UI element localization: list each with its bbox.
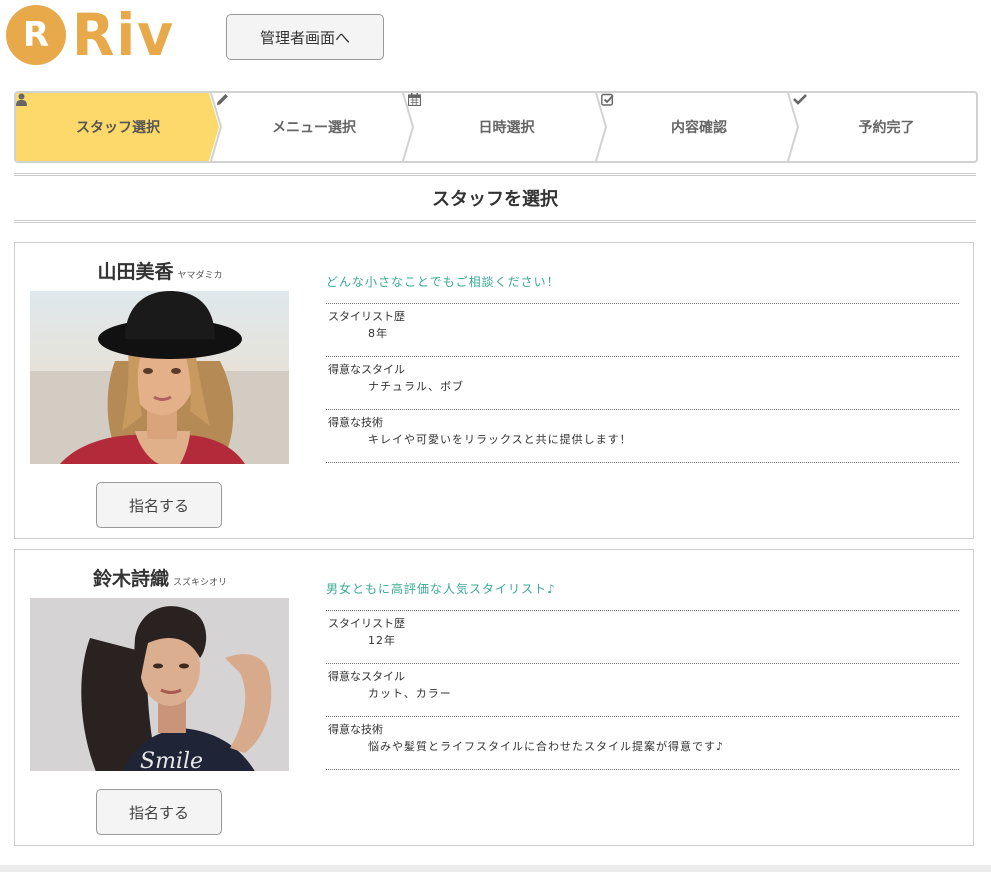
step-confirm[interactable]: 内容確認 xyxy=(601,93,793,161)
shirt-text: Smile xyxy=(140,749,203,771)
info-label: 得意なスタイル xyxy=(328,363,405,376)
info-value: キレイや可愛いをリラックスと共に提供します！ xyxy=(368,433,632,446)
info-value: 12年 xyxy=(368,634,396,647)
info-row-skill: 得意な技術 悩みや髪質とライフスタイルに合わせたスタイル提案が得意です♪ xyxy=(326,717,959,770)
staff-card: 山田美香 ヤマダミカ 指名する どんな小さなことでもご相談ください！ スタイリス… xyxy=(14,242,974,539)
info-value: カット、カラー xyxy=(368,687,452,700)
staff-info: どんな小さなことでもご相談ください！ スタイリスト歴 8年 得意なスタイル ナチ… xyxy=(326,271,959,463)
nominate-button[interactable]: 指名する xyxy=(96,482,222,528)
staff-name-row: 鈴木詩織 スズキシオリ xyxy=(15,564,305,591)
section-title: スタッフを選択 xyxy=(14,173,976,223)
info-label: 得意な技術 xyxy=(328,416,383,429)
page-footer-strip xyxy=(0,865,991,872)
info-value: 悩みや髪質とライフスタイルに合わせたスタイル提案が得意です♪ xyxy=(368,740,725,753)
info-label: スタイリスト歴 xyxy=(328,617,405,630)
info-row-experience: スタイリスト歴 12年 xyxy=(326,611,959,664)
step-label: 日時選択 xyxy=(478,120,535,136)
logo-letter: R xyxy=(22,15,50,55)
staff-kana: ヤマダミカ xyxy=(177,271,223,281)
step-label: 予約完了 xyxy=(858,120,915,136)
staff-photo: Smile xyxy=(30,598,289,771)
step-label: スタッフ選択 xyxy=(76,120,160,136)
step-progress: スタッフ選択 メニュー選択 日時選択 内容確認 予約完了 xyxy=(14,91,978,163)
step-datetime-select[interactable]: 日時選択 xyxy=(408,93,601,161)
staff-name: 鈴木詩織 xyxy=(92,568,169,590)
info-label: 得意な技術 xyxy=(328,723,383,736)
staff-photo xyxy=(30,291,289,464)
brand-logo[interactable]: R Riv xyxy=(6,4,180,66)
info-label: スタイリスト歴 xyxy=(328,310,405,323)
step-menu-select[interactable]: メニュー選択 xyxy=(216,93,408,161)
staff-name: 山田美香 xyxy=(97,261,174,283)
step-complete[interactable]: 予約完了 xyxy=(793,93,976,161)
staff-kana: スズキシオリ xyxy=(173,578,228,588)
staff-info: 男女ともに高評価な人気スタイリスト♪ スタイリスト歴 12年 得意なスタイル カ… xyxy=(326,578,959,770)
info-row-experience: スタイリスト歴 8年 xyxy=(326,304,959,357)
logo-text: Riv xyxy=(72,1,175,69)
logo-mark: R xyxy=(6,5,66,65)
staff-card: 鈴木詩織 スズキシオリ Smile 指名する 男女ともに高評価な人気スタイリスト♪… xyxy=(14,549,974,846)
step-label: メニュー選択 xyxy=(272,120,356,136)
staff-catchphrase: どんな小さなことでもご相談ください！ xyxy=(326,271,959,304)
info-row-style: 得意なスタイル カット、カラー xyxy=(326,664,959,717)
nominate-button[interactable]: 指名する xyxy=(96,789,222,835)
admin-page-button[interactable]: 管理者画面へ xyxy=(226,14,384,60)
staff-catchphrase: 男女ともに高評価な人気スタイリスト♪ xyxy=(326,578,959,611)
info-row-skill: 得意な技術 キレイや可愛いをリラックスと共に提供します！ xyxy=(326,410,959,463)
step-staff-select[interactable]: スタッフ選択 xyxy=(16,93,216,161)
step-label: 内容確認 xyxy=(671,120,727,136)
info-value: 8年 xyxy=(368,327,388,340)
staff-name-row: 山田美香 ヤマダミカ xyxy=(15,257,305,284)
info-value: ナチュラル、ボブ xyxy=(368,380,464,393)
info-row-style: 得意なスタイル ナチュラル、ボブ xyxy=(326,357,959,410)
info-label: 得意なスタイル xyxy=(328,670,405,683)
